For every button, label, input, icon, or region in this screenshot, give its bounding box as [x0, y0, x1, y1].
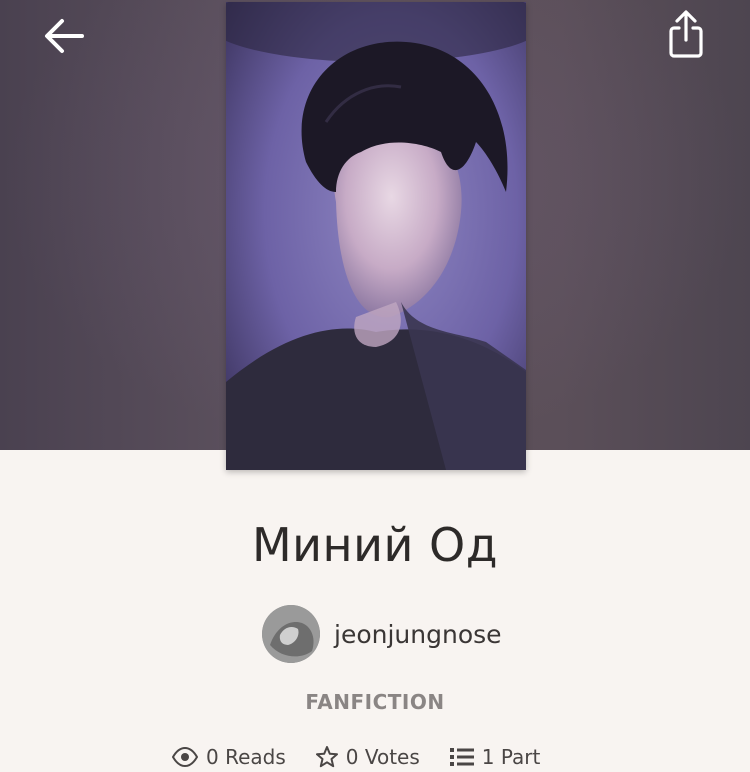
category-label[interactable]: FANFICTION [0, 690, 750, 714]
list-icon [449, 748, 474, 766]
votes-label: 0 Votes [345, 745, 420, 769]
author-link[interactable]: jeonjungnose [262, 604, 502, 664]
share-button[interactable] [660, 6, 712, 62]
back-button[interactable] [38, 10, 90, 62]
story-cover-image[interactable] [226, 2, 526, 470]
eye-icon [172, 747, 198, 767]
votes-stat: 0 Votes [315, 745, 420, 769]
story-title: Миний Од [251, 518, 499, 572]
author-avatar [262, 605, 320, 663]
reads-stat: 0 Reads [172, 745, 286, 769]
reads-label: 0 Reads [206, 745, 286, 769]
star-icon [315, 746, 338, 768]
parts-label: 1 Part [481, 745, 541, 769]
parts-stat: 1 Part [449, 745, 541, 769]
story-stats: 0 Reads 0 Votes 1 Part [172, 742, 540, 772]
share-icon [669, 10, 703, 58]
author-name: jeonjungnose [334, 619, 502, 649]
arrow-left-icon [45, 19, 84, 53]
